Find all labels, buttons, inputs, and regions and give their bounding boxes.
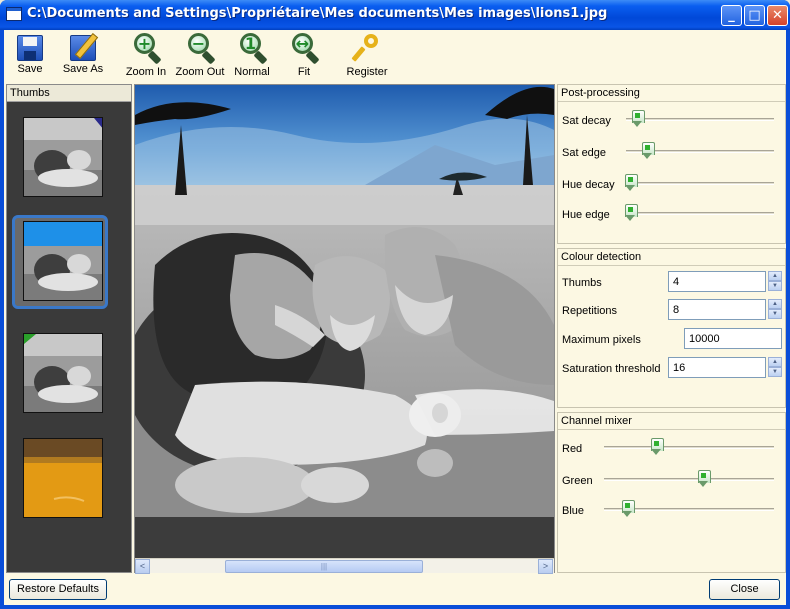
hue-edge-track[interactable]	[626, 212, 774, 215]
normal-label: Normal	[234, 66, 270, 78]
repetitions-value: 8	[673, 304, 680, 316]
thumbs-count-value: 4	[673, 276, 680, 288]
client-area: Save Save As + Zoom In − Zoom Out 1 Norm…	[4, 30, 786, 605]
magnifier-fit-icon: ↔	[289, 32, 320, 65]
thumbnail-2[interactable]	[23, 221, 103, 301]
fit-label: Fit	[297, 66, 311, 78]
thumbnail-1[interactable]	[23, 117, 103, 197]
thumbs-count-input[interactable]: 4	[668, 271, 766, 292]
zoom-in-label: Zoom In	[125, 66, 167, 78]
horizontal-scrollbar[interactable]: < ||| >	[135, 558, 554, 574]
repetitions-input[interactable]: 8	[668, 299, 766, 320]
green-slider[interactable]	[698, 470, 711, 488]
thumbs-header: Thumbs	[7, 85, 131, 102]
thumbnail-4[interactable]	[23, 438, 103, 518]
save-as-label: Save As	[62, 63, 104, 75]
post-processing-panel: Post-processing Sat decay Sat edge Hue d…	[557, 84, 786, 244]
green-track[interactable]	[604, 478, 774, 481]
maximize-button[interactable]: □	[744, 5, 765, 26]
saturation-threshold-stepper[interactable]: ▲ ▼	[768, 357, 782, 378]
title-bar[interactable]: C:\Documents and Settings\Propriétaire\M…	[0, 0, 790, 30]
toolbar: Save Save As + Zoom In − Zoom Out 1 Norm…	[4, 30, 786, 84]
restore-defaults-button[interactable]: Restore Defaults	[9, 579, 107, 600]
floppy-pencil-icon	[70, 35, 96, 61]
hue-edge-label: Hue edge	[562, 209, 610, 221]
lion-photo	[135, 85, 554, 517]
sat-edge-slider[interactable]	[642, 142, 655, 160]
scrollbar-thumb[interactable]: |||	[225, 560, 423, 573]
repetitions-label: Repetitions	[562, 305, 618, 317]
maximum-pixels-label: Maximum pixels	[562, 334, 641, 346]
thumbs-count-stepper[interactable]: ▲ ▼	[768, 271, 782, 292]
scroll-right-button[interactable]: >	[538, 559, 553, 574]
hue-edge-slider[interactable]	[625, 204, 638, 222]
zoom-out-button[interactable]: − Zoom Out	[174, 32, 226, 78]
hue-decay-track[interactable]	[626, 182, 774, 185]
window-title: C:\Documents and Settings\Propriétaire\M…	[27, 6, 608, 21]
saturation-threshold-input[interactable]: 16	[668, 357, 766, 378]
save-as-button[interactable]: Save As	[61, 32, 105, 75]
image-viewer[interactable]: < ||| >	[134, 84, 555, 574]
maximum-pixels-input[interactable]: 10000	[684, 328, 782, 349]
red-track[interactable]	[604, 446, 774, 449]
sat-edge-label: Sat edge	[562, 147, 607, 159]
thumbs-count-label: Thumbs	[562, 277, 602, 289]
hue-decay-label: Hue decay	[562, 179, 615, 191]
thumbnail-3[interactable]	[23, 333, 103, 413]
save-label: Save	[17, 63, 43, 75]
red-label: Red	[562, 443, 583, 455]
saturation-threshold-value: 16	[673, 362, 686, 374]
colour-detection-panel: Colour detection Thumbs 4 ▲ ▼ Repetitions…	[557, 248, 786, 408]
zoom-out-label: Zoom Out	[175, 66, 225, 78]
red-slider[interactable]	[651, 438, 664, 456]
minimize-button[interactable]: _	[721, 5, 742, 26]
channel-mixer-panel: Channel mixer Red Green Blue	[557, 412, 786, 573]
sat-decay-track[interactable]	[626, 118, 774, 121]
magnifier-minus-icon: −	[185, 32, 216, 65]
thumbs-panel: Thumbs	[6, 84, 132, 573]
app-window: C:\Documents and Settings\Propriétaire\M…	[0, 0, 790, 609]
register-label: Register	[346, 66, 388, 78]
blue-label: Blue	[562, 505, 585, 517]
sat-decay-label: Sat decay	[562, 115, 611, 127]
close-button[interactable]: Close	[709, 579, 780, 600]
save-button[interactable]: Save	[14, 32, 46, 75]
channel-mixer-title: Channel mixer	[558, 413, 785, 430]
hue-decay-slider[interactable]	[625, 174, 638, 192]
close-window-button[interactable]: ✕	[767, 5, 788, 26]
key-icon	[351, 32, 382, 64]
magnifier-plus-icon: +	[131, 32, 162, 65]
blue-slider[interactable]	[622, 500, 635, 518]
sat-decay-slider[interactable]	[632, 110, 645, 128]
repetitions-stepper[interactable]: ▲ ▼	[768, 299, 782, 320]
post-processing-title: Post-processing	[558, 85, 785, 102]
floppy-disk-icon	[17, 35, 43, 61]
fit-button[interactable]: ↔ Fit	[288, 32, 320, 78]
zoom-in-button[interactable]: + Zoom In	[122, 32, 170, 78]
green-label: Green	[562, 475, 593, 487]
magnifier-one-icon: 1	[237, 32, 268, 65]
register-button[interactable]: Register	[344, 32, 390, 78]
colour-detection-title: Colour detection	[558, 249, 785, 266]
saturation-threshold-label: Saturation threshold	[562, 363, 661, 375]
normal-zoom-button[interactable]: 1 Normal	[232, 32, 272, 78]
app-window-icon	[6, 7, 22, 21]
scroll-left-button[interactable]: <	[135, 559, 150, 574]
maximum-pixels-value: 10000	[689, 333, 720, 345]
